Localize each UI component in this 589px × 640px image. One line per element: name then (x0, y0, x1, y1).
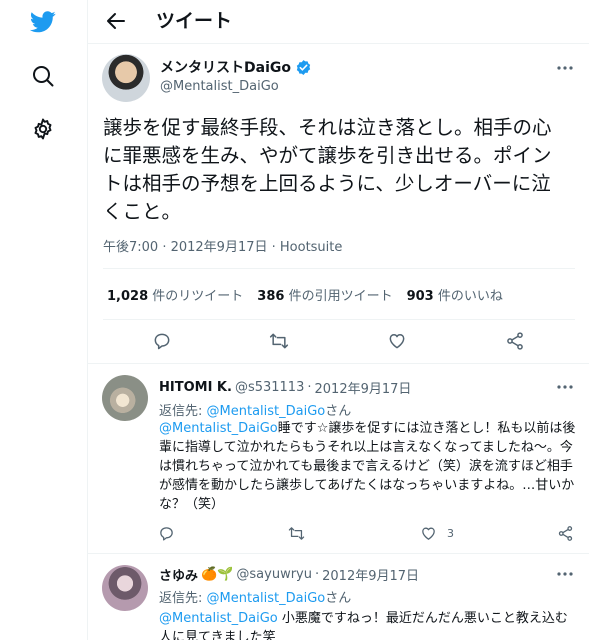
reply-to-mention[interactable]: @Mentalist_DaiGo (207, 591, 326, 606)
avatar[interactable] (102, 375, 148, 421)
reply-date[interactable]: 2012年9月17日 (322, 565, 419, 584)
reply-author-name[interactable]: さゆみ (159, 565, 198, 584)
retweet-icon[interactable] (288, 523, 305, 543)
reply-author-handle[interactable]: @s531113 (235, 380, 304, 395)
like-icon (420, 525, 437, 542)
name-emoji: 🍊🌱 (201, 567, 234, 582)
main-column: ツイート メンタリストDaiGo @Mentalist_DaiGo 譲歩を促す最… (87, 0, 589, 640)
likes-stat[interactable]: 903 件のいいね (407, 285, 503, 304)
main-tweet: メンタリストDaiGo @Mentalist_DaiGo 譲歩を促す最終手段、そ… (88, 44, 589, 364)
divider (103, 319, 575, 320)
share-icon[interactable] (503, 329, 527, 353)
more-icon[interactable] (556, 378, 574, 396)
author-handle[interactable]: @Mentalist_DaiGo (160, 79, 279, 94)
body-mention[interactable]: @Mentalist_DaiGo (159, 421, 278, 436)
tweet-stats: 1,028 件のリツイート 386 件の引用ツイート 903 件のいいね (107, 285, 503, 304)
reply-header: HITOMI K. @s531113 · 2012年9月17日 (159, 378, 412, 397)
more-icon[interactable] (556, 59, 574, 77)
like-count: 3 (447, 526, 454, 540)
reply-tweet[interactable]: HITOMI K. @s531113 · 2012年9月17日 返信先: @Me… (88, 364, 589, 554)
reply-icon[interactable] (158, 523, 175, 543)
avatar[interactable] (102, 565, 148, 611)
reply-author-handle[interactable]: @sayuwryu (236, 567, 312, 582)
reply-header: さゆみ 🍊🌱 @sayuwryu · 2012年9月17日 (159, 565, 420, 584)
page-title: ツイート (156, 10, 233, 32)
gear-icon[interactable] (29, 115, 57, 143)
reply-actions: 3 (88, 523, 589, 543)
body-mention[interactable]: @Mentalist_DaiGo (159, 611, 278, 626)
reply-tweet[interactable]: さゆみ 🍊🌱 @sayuwryu · 2012年9月17日 返信先: @Ment… (88, 554, 589, 640)
reply-to-mention[interactable]: @Mentalist_DaiGo (207, 404, 326, 419)
like-button[interactable]: 3 (420, 523, 454, 543)
tweet-actions (88, 329, 589, 353)
more-icon[interactable] (556, 565, 574, 583)
author-avatar[interactable] (102, 54, 150, 102)
reply-to-line: 返信先: @Mentalist_DaiGoさん (159, 591, 352, 606)
tweet-timestamp[interactable]: 午後7:00 · 2012年9月17日 · Hootsuite (103, 236, 342, 255)
left-nav (0, 0, 88, 640)
page-header: ツイート (88, 0, 589, 44)
back-arrow-icon[interactable] (104, 9, 128, 33)
search-icon[interactable] (29, 62, 57, 90)
reply-to-line: 返信先: @Mentalist_DaiGoさん (159, 404, 352, 419)
reply-author-name[interactable]: HITOMI K. (159, 380, 232, 395)
retweet-icon[interactable] (267, 329, 291, 353)
tweet-text: 譲歩を促す最終手段、それは泣き落とし。相手の心に罪悪感を生み、やがて譲歩を引き出… (103, 116, 552, 223)
verified-badge-icon (295, 59, 312, 76)
author-name[interactable]: メンタリストDaiGo (160, 57, 291, 77)
reply-icon[interactable] (150, 329, 174, 353)
like-icon[interactable] (385, 329, 409, 353)
share-icon[interactable] (557, 523, 574, 543)
twitter-logo-icon[interactable] (29, 8, 57, 36)
divider (103, 268, 575, 269)
reply-text: @Mentalist_DaiGo睡です☆譲歩を促すには泣き落とし！私も以前は後輩… (159, 421, 576, 512)
quotes-stat[interactable]: 386 件の引用ツイート (257, 285, 392, 304)
reply-text: @Mentalist_DaiGo 小悪魔ですねっ！最近だんだん悪いこと教え込む人… (159, 611, 568, 640)
reply-date[interactable]: 2012年9月17日 (315, 378, 412, 397)
author-name-row[interactable]: メンタリストDaiGo (160, 57, 312, 77)
retweets-stat[interactable]: 1,028 件のリツイート (107, 285, 243, 304)
